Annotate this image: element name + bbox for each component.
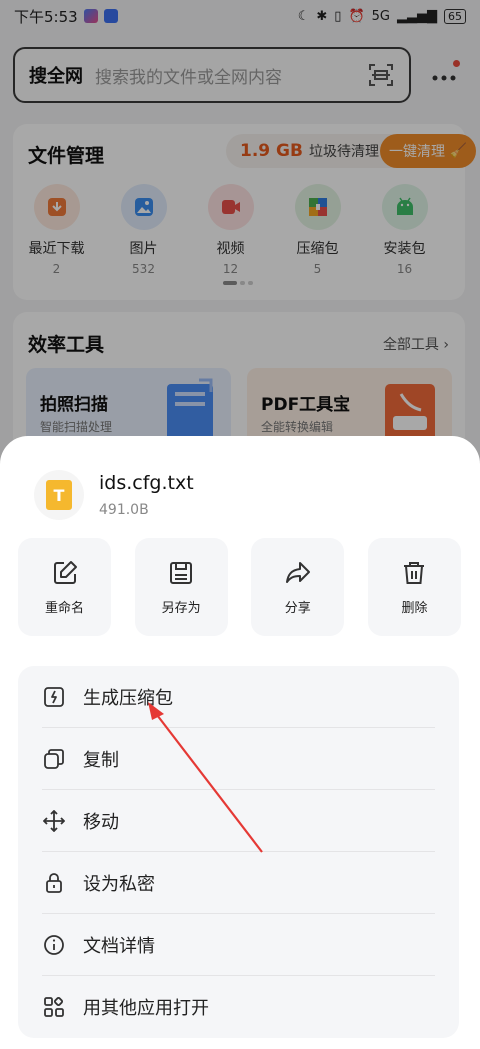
- text-file-icon: T: [34, 470, 84, 520]
- file-size: 491.0B: [99, 502, 149, 518]
- menu-item-copy[interactable]: 复制: [18, 728, 459, 790]
- apps-icon: [42, 995, 66, 1019]
- file-actions-sheet: T ids.cfg.txt 491.0B 重命名 另存为 分享 删除 生成压缩包…: [0, 436, 480, 1049]
- lock-icon: [42, 871, 66, 895]
- menu-item-set-private[interactable]: 设为私密: [18, 852, 459, 914]
- menu-item-label: 移动: [83, 812, 119, 833]
- file-icon-letter: T: [53, 485, 65, 505]
- zip-icon: [42, 685, 66, 709]
- action-label: 另存为: [161, 600, 201, 616]
- info-icon: [42, 933, 66, 957]
- menu-item-open-with[interactable]: 用其他应用打开: [18, 976, 459, 1038]
- menu-item-label: 复制: [83, 750, 119, 771]
- file-name: ids.cfg.txt: [99, 472, 194, 494]
- quick-actions-row: 重命名 另存为 分享 删除: [18, 538, 461, 636]
- save-icon: [170, 561, 193, 584]
- menu-item-label: 用其他应用打开: [83, 998, 209, 1019]
- delete-button[interactable]: 删除: [367, 538, 461, 636]
- file-actions-menu: 生成压缩包 复制 移动 设为私密 文档详情 用其他应用打开: [18, 666, 459, 1038]
- edit-icon: [53, 560, 77, 584]
- share-icon: [285, 561, 310, 583]
- save-as-button[interactable]: 另存为: [134, 538, 228, 636]
- action-label: 删除: [401, 600, 428, 616]
- menu-item-label: 设为私密: [83, 874, 155, 895]
- share-button[interactable]: 分享: [251, 538, 345, 636]
- menu-item-label: 文档详情: [83, 936, 155, 957]
- move-icon: [42, 809, 66, 833]
- action-label: 分享: [284, 600, 311, 616]
- action-label: 重命名: [44, 600, 84, 616]
- rename-button[interactable]: 重命名: [18, 538, 111, 636]
- menu-item-label: 生成压缩包: [83, 688, 173, 709]
- menu-item-move[interactable]: 移动: [18, 790, 459, 852]
- menu-item-create-archive[interactable]: 生成压缩包: [18, 666, 459, 728]
- trash-icon: [404, 561, 425, 584]
- copy-icon: [42, 747, 66, 771]
- menu-item-document-details[interactable]: 文档详情: [18, 914, 459, 976]
